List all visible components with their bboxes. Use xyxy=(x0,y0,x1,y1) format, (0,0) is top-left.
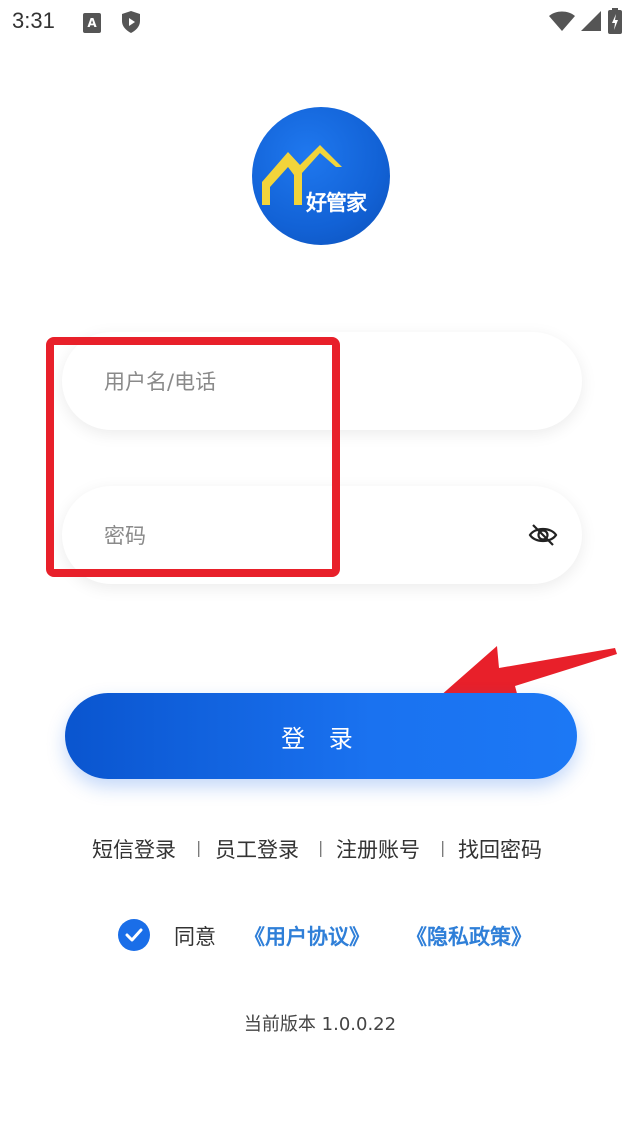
auth-links-row: 短信登录 | 员工登录 | 注册账号 | 找回密码 xyxy=(0,830,640,870)
user-agreement-link[interactable]: 《用户协议》 xyxy=(244,921,370,951)
link-separator: | xyxy=(196,838,202,857)
house-roof-icon xyxy=(262,145,342,205)
login-screen: 3:31 A 好管家 用户名/电话 登 录 短信登录 | 员工登录 | 注册账号… xyxy=(0,0,640,1137)
logo-text: 好管家 xyxy=(306,191,367,215)
svg-text:A: A xyxy=(87,16,97,30)
status-time: 3:31 xyxy=(12,8,55,33)
signal-icon xyxy=(581,11,601,31)
agree-checkbox[interactable] xyxy=(118,919,150,951)
battery-charging-icon xyxy=(608,8,622,34)
staff-login-link[interactable]: 员工登录 xyxy=(215,834,299,864)
sms-login-link[interactable]: 短信登录 xyxy=(92,834,176,864)
username-input[interactable] xyxy=(102,356,506,408)
app-logo: 好管家 xyxy=(252,107,390,245)
password-field[interactable] xyxy=(62,486,582,584)
link-separator: | xyxy=(318,838,324,857)
password-input[interactable] xyxy=(102,510,506,562)
login-button[interactable]: 登 录 xyxy=(65,693,577,779)
checkmark-icon xyxy=(125,928,143,942)
eye-off-icon[interactable] xyxy=(528,522,558,548)
privacy-policy-link[interactable]: 《隐私政策》 xyxy=(406,921,532,951)
register-link[interactable]: 注册账号 xyxy=(336,834,420,864)
shield-icon xyxy=(122,11,140,33)
username-field[interactable] xyxy=(62,332,582,430)
a-notification-icon: A xyxy=(83,13,101,33)
wifi-icon xyxy=(549,11,575,31)
agreement-row: 同意 《用户协议》 《隐私政策》 xyxy=(0,915,640,959)
link-separator: | xyxy=(440,838,446,857)
version-text: 当前版本 1.0.0.22 xyxy=(243,1014,397,1035)
agree-label: 同意 xyxy=(174,925,216,949)
status-bar: 3:31 A xyxy=(0,0,640,44)
find-password-link[interactable]: 找回密码 xyxy=(458,834,542,864)
